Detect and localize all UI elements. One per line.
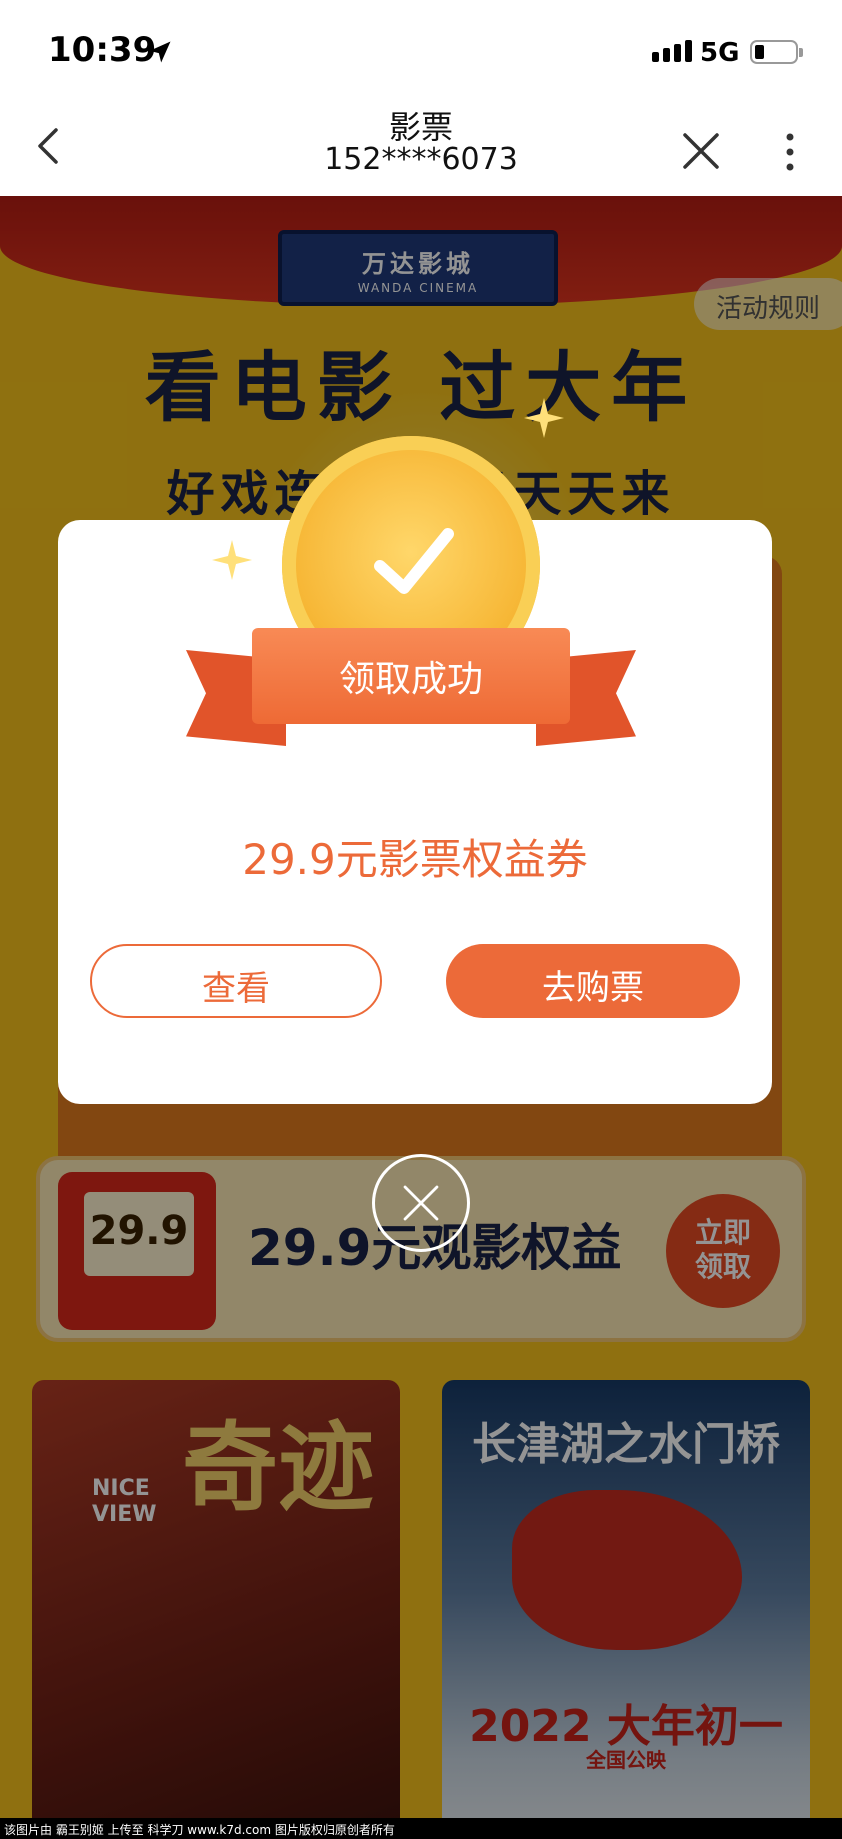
status-bar: 10:39 5G: [0, 0, 842, 96]
sparkle-icon: [212, 540, 252, 580]
buy-ticket-button[interactable]: 去购票: [446, 944, 740, 1018]
network-type: 5G: [700, 38, 740, 68]
close-circle-icon[interactable]: [372, 1154, 470, 1252]
view-button[interactable]: 查看: [90, 944, 382, 1018]
location-arrow-icon: [149, 41, 171, 63]
close-icon[interactable]: [680, 130, 722, 172]
status-time: 10:39: [48, 30, 157, 70]
success-label: 领取成功: [338, 659, 483, 700]
watermark-footer: 该图片由 霸王别姬 上传至 科学刀 www.k7d.com 图片版权归原创者所有: [0, 1818, 842, 1839]
more-vertical-icon[interactable]: [784, 132, 796, 172]
checkmark-icon: [374, 528, 454, 594]
nav-bar: 影票 152****6073: [0, 96, 842, 196]
battery-icon: [750, 40, 803, 64]
coupon-text: 29.9元影票权益券: [242, 835, 588, 884]
sparkle-icon: [524, 398, 564, 438]
signal-icon: [652, 40, 692, 62]
